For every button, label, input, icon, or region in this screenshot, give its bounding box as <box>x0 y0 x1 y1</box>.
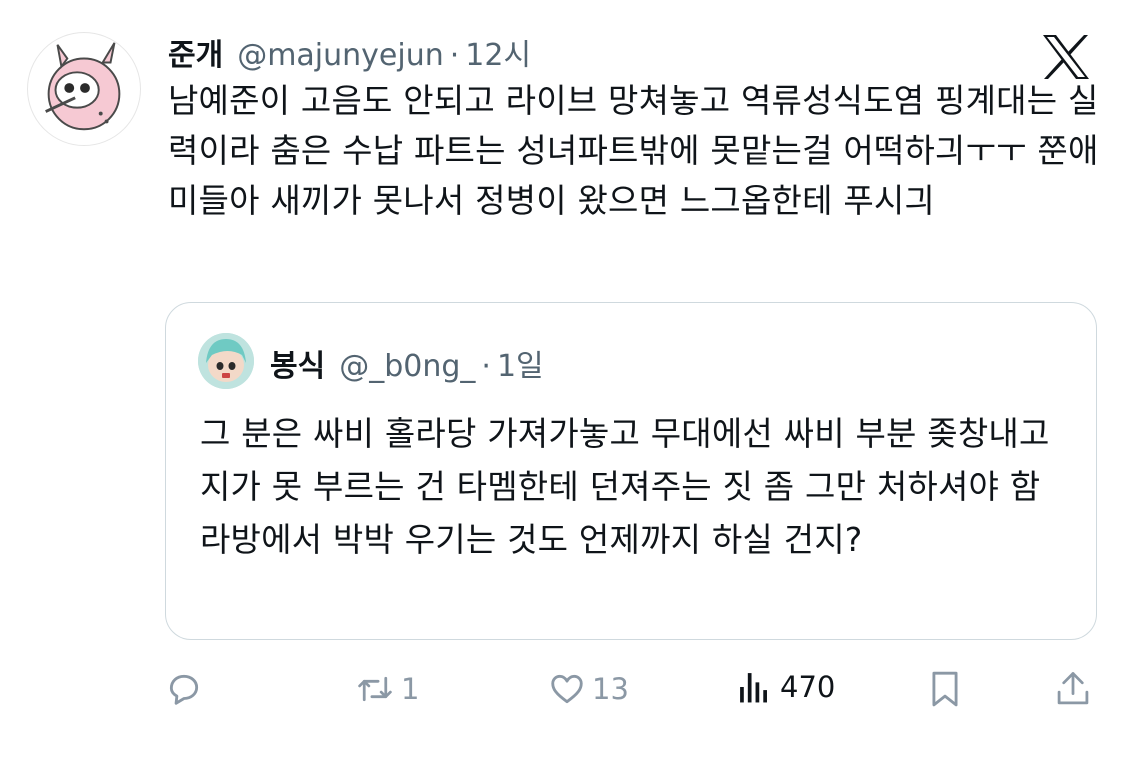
quoted-tweet-header: 봉식 @_b0ng_ · 1일 <box>270 341 544 385</box>
reply-icon <box>165 670 203 708</box>
share-button[interactable] <box>1056 670 1090 708</box>
retweet-count: 1 <box>401 672 420 706</box>
view-count: 470 <box>780 670 836 704</box>
tweet-header: 준개 @majunyejun · 12시 <box>168 30 531 80</box>
bookmark-icon <box>928 670 962 708</box>
views-bar-chart-icon <box>738 670 770 704</box>
quoted-author-avatar[interactable] <box>198 333 254 389</box>
quoted-avatar-image <box>198 333 254 389</box>
quoted-author-handle[interactable]: @_b0ng_ <box>339 349 475 384</box>
quoted-tweet-body-text: 그 분은 싸비 홀라당 가져가놓고 무대에선 싸비 부분 좆창내고 지가 못 부… <box>200 414 1050 559</box>
quoted-author-display-name[interactable]: 봉식 <box>270 341 325 385</box>
tweet-timestamp[interactable]: 12시 <box>465 30 531 74</box>
author-handle[interactable]: @majunyejun <box>237 38 444 73</box>
share-icon <box>1056 670 1090 708</box>
avatar-image <box>45 42 121 131</box>
separator-dot: · <box>449 38 460 73</box>
quoted-tweet-timestamp[interactable]: 1일 <box>497 341 544 385</box>
tweet-body-text: 남예준이 고음도 안되고 라이브 망쳐놓고 역류성식도염 핑계대는 실력이라 춤… <box>168 81 1099 220</box>
quoted-tweet-card[interactable]: 봉식 @_b0ng_ · 1일 그 분은 싸비 홀라당 가져가놓고 무대에선 싸… <box>165 302 1097 640</box>
views-button[interactable]: 470 <box>738 670 835 704</box>
tweet-action-bar: 1 13 470 <box>0 660 1125 720</box>
quoted-separator-dot: · <box>481 349 491 384</box>
bookmark-button[interactable] <box>928 670 962 708</box>
like-button[interactable]: 13 <box>548 670 629 708</box>
x-logo-icon <box>1040 33 1092 81</box>
reply-button[interactable] <box>165 670 209 708</box>
retweet-icon <box>355 670 395 708</box>
author-avatar[interactable] <box>27 32 141 146</box>
heart-icon <box>548 670 586 708</box>
author-display-name[interactable]: 준개 <box>168 30 223 74</box>
retweet-button[interactable]: 1 <box>355 670 419 708</box>
like-count: 13 <box>592 672 629 706</box>
